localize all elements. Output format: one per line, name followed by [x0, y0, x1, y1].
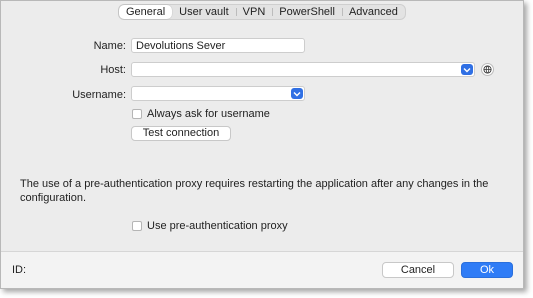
tab-advanced[interactable]: Advanced [341, 5, 405, 19]
use-proxy-label: Use pre-authentication proxy [147, 220, 288, 232]
username-dropdown-button[interactable] [291, 88, 303, 99]
always-ask-label: Always ask for username [147, 108, 270, 120]
tab-powershell[interactable]: PowerShell [272, 5, 342, 19]
ok-button[interactable]: Ok [461, 262, 513, 278]
test-connection-button[interactable]: Test connection [131, 126, 231, 141]
footer-bar: ID: Cancel Ok [1, 251, 523, 288]
tab-vpn[interactable]: VPN [235, 5, 273, 19]
name-label: Name: [93, 40, 126, 52]
username-label: Username: [72, 89, 126, 101]
chevron-down-icon [293, 91, 301, 96]
use-proxy-checkbox[interactable] [132, 221, 142, 231]
tab-general[interactable]: General [119, 5, 173, 19]
name-field[interactable] [131, 38, 305, 53]
host-label: Host: [100, 64, 126, 76]
chevron-down-icon [463, 67, 471, 72]
cancel-button[interactable]: Cancel [382, 262, 454, 278]
tab-bar: General User vault VPN PowerShell Advanc… [118, 4, 406, 20]
proxy-note: The use of a pre-authentication proxy re… [20, 178, 489, 204]
settings-window: General User vault VPN PowerShell Advanc… [0, 0, 524, 289]
id-label: ID: [12, 264, 27, 276]
always-ask-checkbox[interactable] [132, 109, 142, 119]
host-field[interactable] [131, 62, 475, 77]
globe-icon[interactable] [481, 63, 494, 76]
tab-user-vault[interactable]: User vault [172, 5, 236, 19]
host-dropdown-button[interactable] [461, 64, 473, 75]
username-field[interactable] [131, 86, 305, 101]
